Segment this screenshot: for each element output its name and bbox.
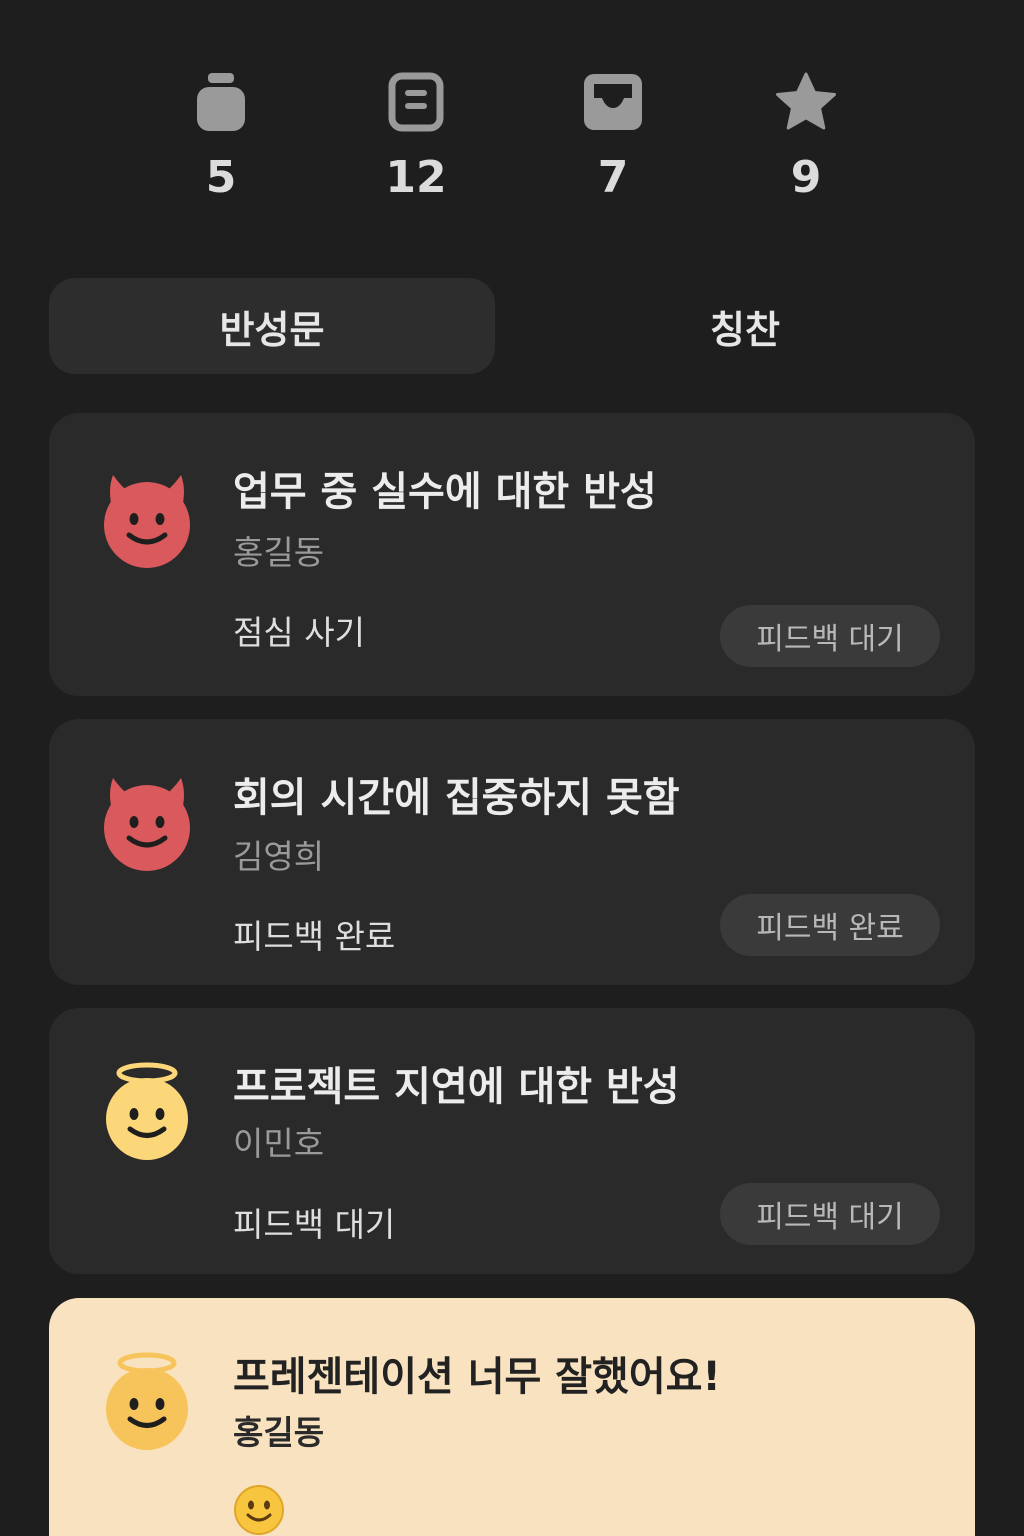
card-note: 피드백 대기 (233, 1205, 396, 1244)
card-note: 피드백 완료 (233, 917, 396, 956)
card-title: 업무 중 실수에 대한 반성 (233, 469, 657, 515)
stats-row: 5 12 7 9 (0, 70, 1024, 220)
jar-icon (189, 70, 253, 134)
stat-inbox[interactable]: 7 (553, 70, 673, 200)
stat-jar[interactable]: 5 (161, 70, 281, 200)
app-screen: 5 12 7 9 반성문 칭찬 업무 중 실수에 대한 반성 홍길동 점심 사기… (0, 0, 1024, 1536)
card-author: 홍길동 (233, 533, 325, 572)
devil-face-icon (101, 774, 193, 874)
angel-face-icon (101, 1352, 193, 1452)
stat-count: 5 (205, 152, 237, 203)
stat-star[interactable]: 9 (746, 70, 866, 200)
stat-count: 12 (385, 152, 447, 203)
card-title: 프레젠테이션 너무 잘했어요! (233, 1354, 721, 1400)
stat-note[interactable]: 12 (356, 70, 476, 200)
card-note: 점심 사기 (233, 613, 365, 652)
devil-face-icon (101, 471, 193, 571)
card-author: 김영희 (233, 837, 325, 876)
stat-count: 7 (597, 152, 629, 203)
reflection-card[interactable]: 회의 시간에 집중하지 못함 김영희 피드백 완료 피드백 완료 (49, 719, 975, 985)
card-title: 회의 시간에 집중하지 못함 (233, 775, 680, 821)
status-badge[interactable]: 피드백 대기 (720, 605, 940, 667)
angel-face-icon (101, 1062, 193, 1162)
note-icon (384, 70, 448, 134)
praise-card[interactable]: 프레젠테이션 너무 잘했어요! 홍길동 (49, 1298, 975, 1536)
card-title: 프로젝트 지연에 대한 반성 (233, 1064, 680, 1110)
star-icon (774, 70, 838, 134)
stat-count: 9 (790, 152, 822, 203)
card-author: 이민호 (233, 1124, 325, 1163)
reflection-card[interactable]: 프로젝트 지연에 대한 반성 이민호 피드백 대기 피드백 대기 (49, 1008, 975, 1274)
tab-bar: 반성문 칭찬 (49, 278, 975, 374)
card-author: 홍길동 (233, 1413, 325, 1452)
tab-praise[interactable]: 칭찬 (515, 278, 975, 374)
status-badge[interactable]: 피드백 완료 (720, 894, 940, 956)
status-badge[interactable]: 피드백 대기 (720, 1183, 940, 1245)
inbox-icon (581, 70, 645, 134)
smiley-icon[interactable] (233, 1484, 285, 1536)
reflection-card[interactable]: 업무 중 실수에 대한 반성 홍길동 점심 사기 피드백 대기 (49, 413, 975, 696)
tab-reflection[interactable]: 반성문 (49, 278, 495, 374)
